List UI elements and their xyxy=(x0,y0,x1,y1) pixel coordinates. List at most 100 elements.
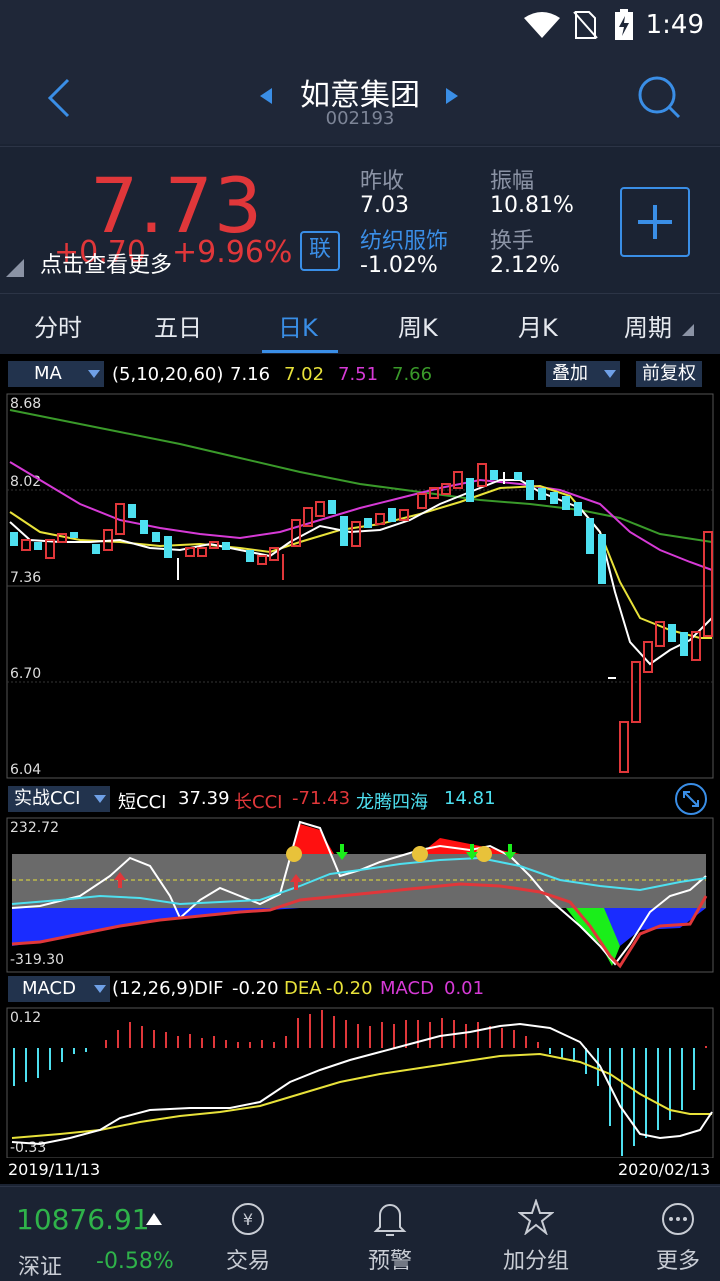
view-more-hint[interactable]: 点击查看更多 xyxy=(40,247,172,279)
add-group-button[interactable]: 加分组 xyxy=(476,1187,596,1281)
tab-period[interactable]: 周期 xyxy=(624,308,672,343)
sector-link[interactable]: 纺织服饰 xyxy=(360,223,448,255)
clock: 1:49 xyxy=(645,10,704,40)
macd-panel[interactable]: 0.12 -0.33 xyxy=(0,1006,720,1158)
next-stock-icon[interactable] xyxy=(446,88,458,104)
chevron-down-icon xyxy=(88,370,100,378)
long-cci-value: -71.43 xyxy=(292,788,351,809)
more-button[interactable]: 更多 xyxy=(600,1187,720,1281)
macd-histogram xyxy=(13,1010,707,1156)
tab-weekly-k[interactable]: 周K xyxy=(398,308,438,343)
bell-icon xyxy=(373,1204,407,1236)
dea-line xyxy=(11,1052,712,1139)
index-change: -0.58% xyxy=(96,1249,174,1274)
y-tick-label: 8.68 xyxy=(10,396,41,412)
expand-icon[interactable] xyxy=(674,782,708,816)
chevron-down-icon xyxy=(94,985,106,993)
stock-code: 002193 xyxy=(325,108,395,129)
trade-button[interactable]: ¥ 交易 xyxy=(188,1187,308,1281)
turnover-value: 2.12% xyxy=(490,253,560,278)
add-watchlist-button[interactable] xyxy=(620,187,690,257)
status-bar: 1:49 xyxy=(0,0,720,52)
price-change-pct: +9.96% xyxy=(172,235,293,270)
adjust-selector[interactable]: 前复权 xyxy=(636,361,702,387)
overlay-label: 叠加 xyxy=(552,363,588,384)
ma5-value: 7.16 xyxy=(230,364,271,385)
svg-text:¥: ¥ xyxy=(243,1210,253,1229)
signal-marker-icon xyxy=(476,846,492,862)
short-cci-label: 短CCI xyxy=(118,792,167,813)
active-tab-indicator xyxy=(262,350,338,353)
ma-params: (5,10,20,60) xyxy=(112,364,224,385)
y-tick-label: 7.36 xyxy=(10,570,41,586)
macd-selector-label: MACD xyxy=(22,978,76,999)
dea-label: DEA xyxy=(284,978,322,999)
ma10-value: 7.02 xyxy=(284,364,325,385)
plus-icon xyxy=(638,205,672,239)
alert-label: 预警 xyxy=(367,1249,412,1274)
tab-monthly-k[interactable]: 月K xyxy=(518,308,558,343)
amplitude-label: 振幅 xyxy=(490,169,535,194)
chart-area[interactable]: MA (5,10,20,60) 7.16 7.02 7.51 7.66 叠加 前… xyxy=(0,354,720,1184)
link-button[interactable]: 联 xyxy=(300,231,340,271)
y-tick-label: 6.70 xyxy=(10,666,41,682)
alert-button[interactable]: 预警 xyxy=(330,1187,450,1281)
date-end: 2020/02/13 xyxy=(618,1160,711,1179)
macd-params: (12,26,9) xyxy=(112,978,195,999)
cci-y-min: -319.30 xyxy=(10,952,64,968)
add-group-label: 加分组 xyxy=(502,1249,569,1274)
macd-y-max: 0.12 xyxy=(10,1010,41,1026)
dragon-label: 龙腾四海 xyxy=(356,792,428,813)
no-sim-icon xyxy=(573,11,598,39)
y-tick-label: 6.04 xyxy=(10,762,41,778)
tab-intraday[interactable]: 分时 xyxy=(34,308,82,343)
tab-five-day[interactable]: 五日 xyxy=(154,308,202,343)
chevron-down-icon xyxy=(94,795,106,803)
index-name: 深证 xyxy=(18,1255,63,1280)
cci-selector-label: 实战CCI xyxy=(14,788,81,809)
more-label: 更多 xyxy=(655,1249,700,1274)
signal-marker-icon xyxy=(412,846,428,862)
y-tick-label: 8.02 xyxy=(10,474,41,490)
dif-label: DIF xyxy=(194,978,224,999)
macd-selector[interactable]: MACD xyxy=(8,976,110,1002)
turnover-label: 换手 xyxy=(490,229,535,254)
dea-value: -0.20 xyxy=(326,978,373,999)
index-value[interactable]: 10876.91 xyxy=(16,1203,150,1236)
period-dropdown-icon xyxy=(682,324,694,336)
star-icon xyxy=(518,1199,554,1235)
cci-y-max: 232.72 xyxy=(10,820,59,836)
cci-selector[interactable]: 实战CCI xyxy=(8,786,110,812)
ma20-value: 7.51 xyxy=(338,364,379,385)
macd-label: MACD xyxy=(380,978,434,999)
quote-panel[interactable]: 7.73 +0.70 +9.96% 点击查看更多 联 昨收 7.03 纺织服饰 … xyxy=(0,146,720,293)
search-icon[interactable] xyxy=(636,74,682,120)
kline-panel[interactable]: 8.68 8.02 7.36 6.70 6.04 xyxy=(0,392,720,782)
up-arrow-icon xyxy=(146,1213,162,1225)
date-start: 2019/11/13 xyxy=(8,1160,101,1179)
prev-close-label: 昨收 xyxy=(360,169,405,194)
long-cci-label: 长CCI xyxy=(234,792,283,813)
corner-triangle-icon xyxy=(6,259,24,277)
more-icon xyxy=(662,1203,694,1235)
short-cci-value: 37.39 xyxy=(178,788,230,809)
prev-close-value: 7.03 xyxy=(360,193,409,218)
dragon-value: 14.81 xyxy=(444,788,496,809)
period-tabs: 分时 五日 日K 周K 月K 周期 xyxy=(0,293,720,355)
battery-charging-icon xyxy=(615,9,633,40)
chevron-down-icon xyxy=(604,370,616,378)
ma-selector[interactable]: MA xyxy=(8,361,104,387)
signal-marker-icon xyxy=(286,846,302,862)
wifi-icon xyxy=(524,12,560,38)
cci-panel[interactable]: 232.72 -319.30 xyxy=(0,816,720,974)
macd-value: 0.01 xyxy=(444,978,485,999)
top-nav: 如意集团 002193 xyxy=(0,52,720,144)
overlay-selector[interactable]: 叠加 xyxy=(546,361,620,387)
cci-band xyxy=(12,854,706,908)
trade-label: 交易 xyxy=(225,1249,270,1274)
dif-value: -0.20 xyxy=(232,978,279,999)
trade-icon: ¥ xyxy=(232,1203,264,1235)
bottom-toolbar: 10876.91 深证 -0.58% ¥ 交易 预警 加分组 更多 xyxy=(0,1186,720,1281)
ma60-value: 7.66 xyxy=(392,364,433,385)
tab-daily-k[interactable]: 日K xyxy=(278,308,318,343)
